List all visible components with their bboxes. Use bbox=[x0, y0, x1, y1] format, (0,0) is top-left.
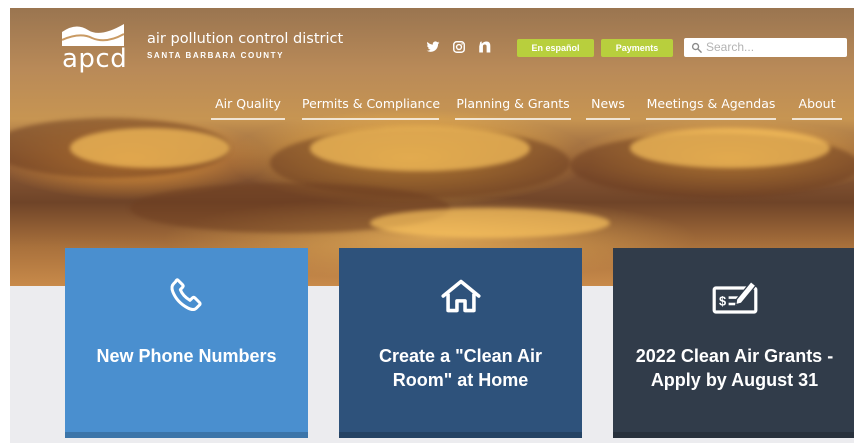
home-icon bbox=[339, 276, 582, 320]
nav-about[interactable]: About bbox=[792, 96, 842, 120]
phone-icon bbox=[65, 276, 308, 320]
nav-permits-compliance[interactable]: Permits & Compliance bbox=[302, 96, 440, 120]
organization-name: air pollution control district bbox=[147, 31, 344, 47]
organization-county: SANTA BARBARA COUNTY bbox=[147, 51, 285, 60]
instagram-icon[interactable] bbox=[452, 40, 466, 58]
nextdoor-icon[interactable] bbox=[478, 40, 494, 58]
card-title: New Phone Numbers bbox=[96, 346, 277, 366]
mountain-logo-icon bbox=[62, 24, 124, 46]
card-title: 2022 Clean Air Grants - Apply by August … bbox=[635, 346, 834, 390]
search-icon bbox=[691, 42, 702, 53]
apcd-logo[interactable]: apcd bbox=[62, 20, 128, 74]
nav-news[interactable]: News bbox=[586, 96, 630, 120]
logo-wordmark: apcd bbox=[62, 44, 128, 74]
search-box[interactable] bbox=[684, 38, 847, 57]
svg-text:$: $ bbox=[719, 294, 726, 309]
nav-planning-grants[interactable]: Planning & Grants bbox=[455, 96, 571, 120]
card-new-phone-numbers[interactable]: New Phone Numbers bbox=[65, 248, 308, 438]
twitter-icon[interactable] bbox=[426, 40, 440, 58]
nav-meetings-agendas[interactable]: Meetings & Agendas bbox=[646, 96, 776, 120]
spanish-language-button[interactable]: En español bbox=[517, 39, 594, 57]
card-clean-air-room[interactable]: Create a "Clean Air Room" at Home bbox=[339, 248, 582, 438]
page: apcd air pollution control district SANT… bbox=[0, 0, 854, 443]
money-check-icon: $ bbox=[613, 276, 854, 320]
card-title: Create a "Clean Air Room" at Home bbox=[379, 346, 542, 390]
search-input[interactable] bbox=[706, 39, 842, 55]
payments-button[interactable]: Payments bbox=[601, 39, 673, 57]
card-clean-air-grants[interactable]: $ 2022 Clean Air Grants - Apply by Augus… bbox=[613, 248, 854, 438]
nav-air-quality[interactable]: Air Quality bbox=[211, 96, 285, 120]
